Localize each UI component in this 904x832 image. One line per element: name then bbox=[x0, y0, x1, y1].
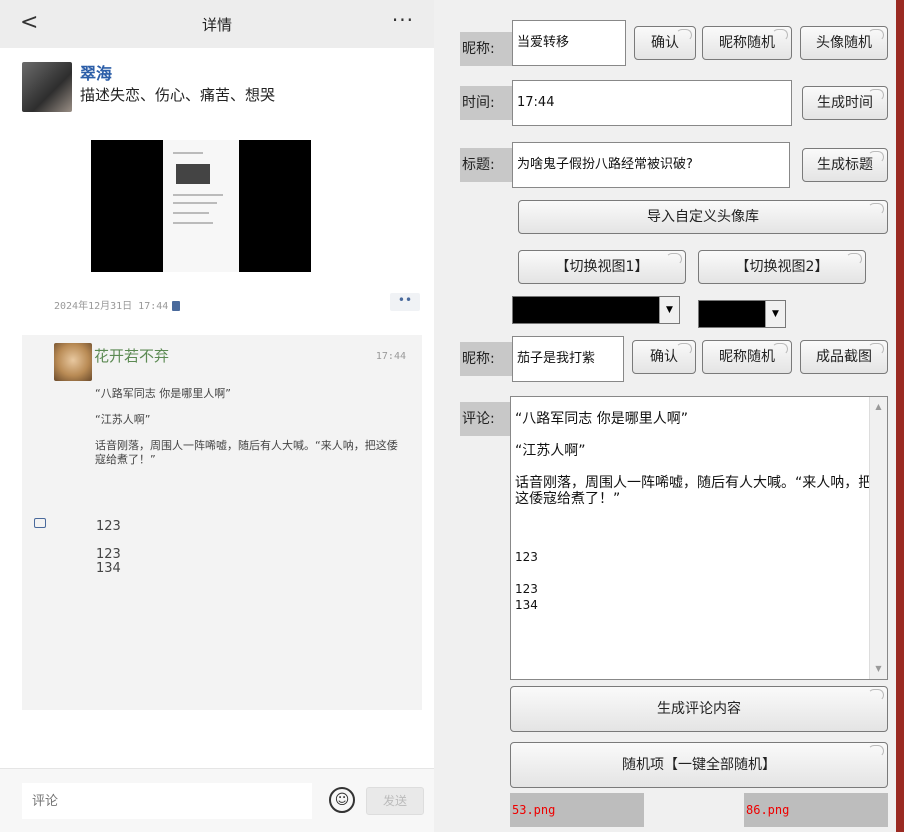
scroll-down-icon[interactable]: ▼ bbox=[870, 661, 887, 677]
nickname2-field[interactable]: 茄子是我打紫 bbox=[512, 336, 624, 382]
control-panel: 昵称: 当爱转移 确认 昵称随机 头像随机 时间: 17:44 生成时间 标题:… bbox=[434, 0, 894, 832]
post-date: 2024年12月31日 17:44 bbox=[54, 297, 181, 312]
scroll-up-icon[interactable]: ▲ bbox=[870, 399, 887, 415]
time-label: 时间: bbox=[460, 86, 512, 120]
more-icon[interactable]: ··· bbox=[392, 8, 414, 32]
post-author-name[interactable]: 翠海 bbox=[80, 60, 112, 84]
post-image-thumb bbox=[176, 164, 210, 184]
screenshot-button[interactable]: 成品截图 bbox=[800, 340, 888, 374]
switch-view-1-button[interactable]: 【切换视图1】 bbox=[518, 250, 686, 284]
nickname-field[interactable]: 当爱转移 bbox=[512, 20, 626, 66]
confirm-nickname2-button[interactable]: 确认 bbox=[632, 340, 696, 374]
reply-list: 123 123 134 bbox=[96, 520, 121, 590]
textarea-scrollbar[interactable]: ▲ ▼ bbox=[869, 397, 887, 679]
window-edge bbox=[896, 0, 904, 832]
post-image-line bbox=[173, 222, 213, 224]
comment-bubble-icon[interactable] bbox=[34, 518, 46, 528]
random-avatar-button[interactable]: 头像随机 bbox=[800, 26, 888, 60]
post-image-line bbox=[173, 194, 223, 196]
textarea-line: “八路军同志 你是哪里人啊” bbox=[515, 411, 688, 427]
comment-line: “江苏人啊” bbox=[95, 413, 151, 426]
textarea-line: “江苏人啊” bbox=[515, 443, 586, 459]
post-image-content bbox=[163, 140, 239, 272]
textarea-line: 123 134 bbox=[515, 582, 538, 612]
post-image[interactable] bbox=[91, 140, 311, 272]
chevron-down-icon[interactable]: ▼ bbox=[659, 297, 679, 323]
post-text: 描述失恋、伤心、痛苦、想哭 bbox=[80, 86, 276, 104]
phone-preview: < 详情 ··· 翠海 描述失恋、伤心、痛苦、想哭 2024年12月31日 17… bbox=[0, 0, 434, 832]
generate-title-button[interactable]: 生成标题 bbox=[802, 148, 888, 182]
top-bar: < 详情 ··· bbox=[0, 0, 434, 48]
comment-textarea[interactable]: “八路军同志 你是哪里人啊” “江苏人啊” 话音刚落，周围人一阵唏嘘，随后有人大… bbox=[510, 396, 888, 680]
emoji-icon[interactable]: ☺ bbox=[329, 787, 355, 813]
random-all-button[interactable]: 随机项【一键全部随机】 bbox=[510, 742, 888, 788]
random-nickname2-button[interactable]: 昵称随机 bbox=[702, 340, 792, 374]
page-title: 详情 bbox=[201, 16, 232, 34]
nickname-label: 昵称: bbox=[460, 32, 512, 66]
textarea-line: 123 bbox=[515, 550, 538, 564]
comment-line: “八路军同志 你是哪里人啊” bbox=[95, 387, 231, 400]
import-avatar-library-button[interactable]: 导入自定义头像库 bbox=[518, 200, 888, 234]
reply-item: 123 134 bbox=[96, 547, 121, 576]
commenter-avatar[interactable] bbox=[54, 343, 92, 381]
title-label: 标题: bbox=[460, 148, 512, 182]
generate-time-button[interactable]: 生成时间 bbox=[802, 86, 888, 120]
commenter-name[interactable]: 花开若不弃 bbox=[94, 345, 169, 366]
switch-view-2-button[interactable]: 【切换视图2】 bbox=[698, 250, 866, 284]
more-dots-icon[interactable]: •• bbox=[390, 293, 420, 311]
file-label-2: 86.png bbox=[744, 793, 888, 827]
comment-label: 评论: bbox=[460, 402, 510, 436]
comment-text: “八路军同志 你是哪里人啊” “江苏人啊” 话音刚落，周围人一阵唏嘘，随后有人大… bbox=[95, 387, 405, 479]
post-image-line bbox=[173, 152, 203, 154]
chevron-down-icon[interactable]: ▼ bbox=[765, 301, 785, 327]
app-window: < 详情 ··· 翠海 描述失恋、伤心、痛苦、想哭 2024年12月31日 17… bbox=[0, 0, 904, 832]
comment-time: 17:44 bbox=[375, 351, 406, 362]
generate-comment-button[interactable]: 生成评论内容 bbox=[510, 686, 888, 732]
file-label-1: 53.png bbox=[510, 793, 644, 827]
confirm-nickname-button[interactable]: 确认 bbox=[634, 26, 696, 60]
nickname2-label: 昵称: bbox=[460, 342, 512, 376]
textarea-line: 话音刚落，周围人一阵唏嘘，随后有人大喊。“来人呐，把这倭寇给煮了！” bbox=[515, 475, 873, 507]
send-button[interactable]: 发送 bbox=[366, 787, 424, 815]
comment-section: 花开若不弃 17:44 “八路军同志 你是哪里人啊” “江苏人啊” 话音刚落，周… bbox=[22, 335, 422, 710]
avatar[interactable] bbox=[22, 62, 72, 112]
post-image-line bbox=[173, 202, 217, 204]
trash-icon[interactable] bbox=[172, 301, 181, 311]
random-nickname-button[interactable]: 昵称随机 bbox=[702, 26, 792, 60]
select-dropdown-2[interactable]: ▼ bbox=[698, 300, 786, 328]
post-date-text: 2024年12月31日 17:44 bbox=[54, 301, 169, 312]
comment-footer: ☺ 发送 bbox=[0, 768, 434, 832]
time-field[interactable]: 17:44 bbox=[512, 80, 792, 126]
post-image-line bbox=[173, 212, 209, 214]
title-field[interactable]: 为啥鬼子假扮八路经常被识破? bbox=[512, 142, 790, 188]
comment-input[interactable] bbox=[22, 783, 312, 819]
reply-item: 123 bbox=[96, 519, 121, 534]
comment-line: 话音刚落，周围人一阵唏嘘，随后有人大喊。“来人呐，把这倭寇给煮了！” bbox=[95, 439, 398, 466]
select-dropdown-1[interactable]: ▼ bbox=[512, 296, 680, 324]
